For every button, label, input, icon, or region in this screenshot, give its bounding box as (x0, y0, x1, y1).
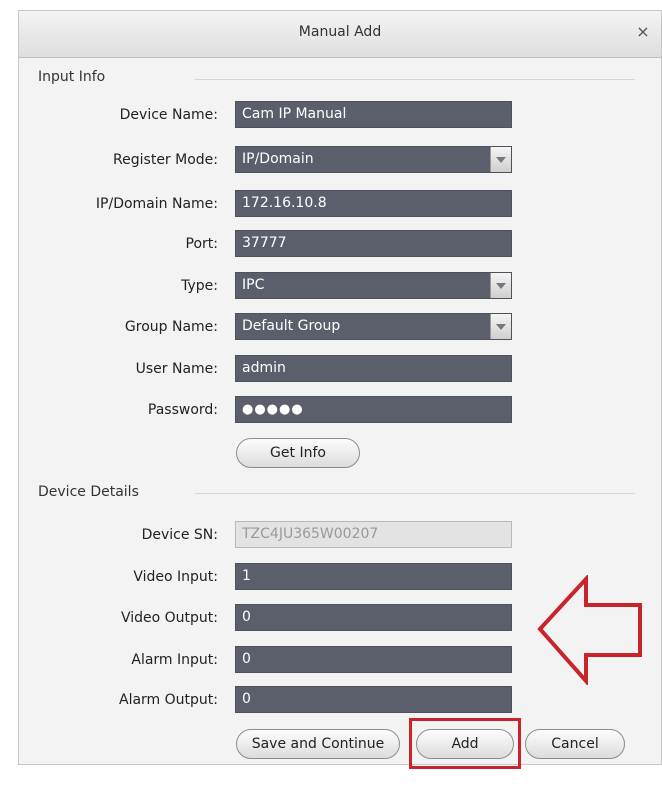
user-name-input[interactable]: admin (235, 355, 512, 382)
video-input-label: Video Input: (133, 569, 218, 585)
dialog-title: Manual Add (298, 24, 382, 40)
alarm-input-label: Alarm Input: (131, 652, 218, 668)
left-arrow-icon (537, 575, 642, 685)
register-mode-select[interactable]: IP/Domain (235, 146, 512, 173)
video-input-field[interactable]: 1 (235, 563, 512, 590)
section-input-info: Input Info (38, 69, 106, 85)
device-sn-label: Device SN: (141, 527, 218, 543)
type-value: IPC (242, 277, 265, 293)
section-device-details: Device Details (38, 484, 139, 500)
group-name-value: Default Group (242, 318, 341, 334)
chevron-down-icon[interactable] (490, 147, 511, 172)
close-icon[interactable]: × (633, 22, 653, 42)
dialog-titlebar[interactable]: Manual Add × (19, 11, 661, 58)
user-name-label: User Name: (135, 361, 218, 377)
register-mode-label: Register Mode: (113, 152, 218, 168)
cancel-button[interactable]: Cancel (525, 729, 625, 759)
alarm-output-field[interactable]: 0 (235, 686, 512, 713)
device-name-input[interactable]: Cam IP Manual (235, 101, 512, 128)
chevron-down-icon[interactable] (490, 314, 511, 339)
password-input[interactable]: ●●●●● (235, 396, 512, 423)
ip-domain-name-input[interactable]: 172.16.10.8 (235, 190, 512, 217)
type-select[interactable]: IPC (235, 272, 512, 299)
device-sn-input: TZC4JU365W00207 (235, 521, 512, 548)
port-label: Port: (185, 236, 218, 252)
chevron-down-icon[interactable] (490, 273, 511, 298)
password-label: Password: (147, 402, 218, 418)
register-mode-value: IP/Domain (242, 151, 314, 167)
add-button-highlight (409, 718, 521, 769)
type-label: Type: (181, 278, 218, 294)
video-output-label: Video Output: (120, 610, 218, 626)
group-name-select[interactable]: Default Group (235, 313, 512, 340)
section-divider (195, 493, 635, 494)
section-divider (195, 79, 635, 80)
get-info-button[interactable]: Get Info (236, 438, 360, 468)
group-name-label: Group Name: (124, 319, 218, 335)
video-output-field[interactable]: 0 (235, 604, 512, 631)
save-and-continue-button[interactable]: Save and Continue (236, 729, 400, 759)
device-name-label: Device Name: (119, 107, 218, 123)
alarm-output-label: Alarm Output: (119, 692, 218, 708)
ip-domain-name-label: IP/Domain Name: (95, 196, 218, 212)
port-input[interactable]: 37777 (235, 230, 512, 257)
alarm-input-field[interactable]: 0 (235, 646, 512, 673)
